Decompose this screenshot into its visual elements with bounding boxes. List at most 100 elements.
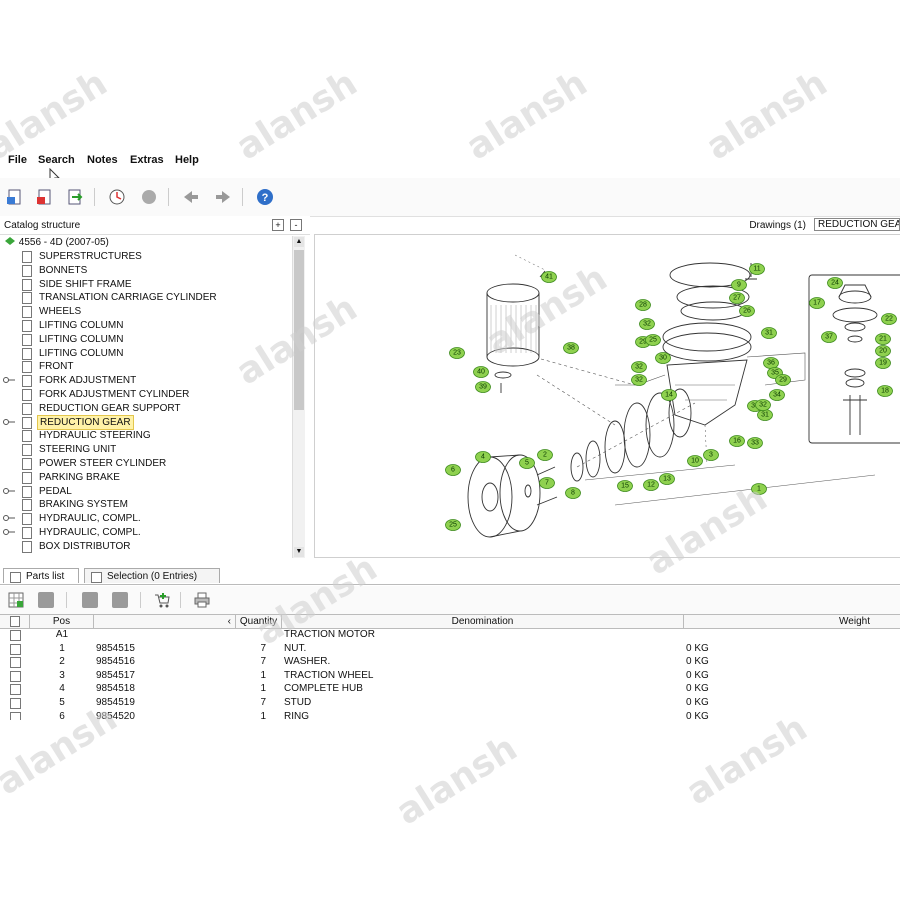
history-icon[interactable] — [108, 188, 126, 206]
menu-notes[interactable]: Notes — [87, 154, 118, 166]
table-row[interactable]: 4 9854518 1 COMPLETE HUB 0 KG — [0, 682, 900, 696]
callout-badge[interactable]: 41 — [541, 271, 557, 283]
scroll-down-arrow-icon[interactable]: ▼ — [294, 547, 304, 557]
callout-badge[interactable]: 7 — [539, 477, 555, 489]
refresh-icon[interactable] — [140, 188, 158, 206]
export-document-icon[interactable] — [66, 188, 84, 206]
forward-icon[interactable] — [214, 188, 232, 206]
back-icon[interactable] — [182, 188, 200, 206]
callout-badge[interactable]: 22 — [881, 313, 897, 325]
new-document-icon[interactable] — [36, 188, 54, 206]
drawing-viewer[interactable]: 41 11 24 9 27 28 26 17 22 31 32 29 25 37 21 20 19 38 23 40 3… — [314, 234, 900, 558]
tree-item[interactable]: STEERING UNIT — [0, 443, 290, 457]
row-checkbox[interactable] — [10, 643, 21, 655]
expand-node-icon[interactable] — [3, 418, 15, 426]
callout-badge[interactable]: 34 — [769, 389, 785, 401]
tree-item[interactable]: REDUCTION GEAR — [0, 414, 290, 430]
add-to-cart-icon[interactable] — [154, 592, 170, 608]
callout-badge[interactable]: 21 — [875, 333, 891, 345]
tree-item[interactable]: LIFTING COLUMN — [0, 333, 290, 346]
callout-badge[interactable]: 14 — [661, 389, 677, 401]
row-checkbox[interactable] — [10, 698, 21, 709]
callout-badge[interactable]: 13 — [659, 473, 675, 485]
callout-badge[interactable]: 36 — [763, 357, 779, 369]
tree-item[interactable]: HYDRAULIC, COMPL. — [0, 512, 290, 526]
callout-badge[interactable]: 24 — [827, 277, 843, 289]
callout-badge[interactable]: 20 — [875, 345, 891, 357]
callout-badge[interactable]: 16 — [729, 435, 745, 447]
menu-file[interactable]: File — [8, 154, 27, 166]
open-catalog-icon[interactable] — [6, 188, 24, 206]
tree-item[interactable]: LIFTING COLUMN — [0, 347, 290, 360]
tree-item[interactable]: TRANSLATION CARRIAGE CYLINDER — [0, 291, 290, 305]
drawing-tab-reduction-gear[interactable]: REDUCTION GEAR — [814, 218, 900, 231]
callout-badge[interactable]: 18 — [877, 385, 893, 397]
expand-node-icon[interactable] — [3, 514, 15, 522]
column-denomination[interactable]: Denomination — [282, 615, 684, 628]
callout-badge[interactable]: 37 — [821, 331, 837, 343]
tree-item[interactable]: HYDRAULIC STEERING — [0, 429, 290, 443]
menu-extras[interactable]: Extras — [130, 154, 164, 166]
callout-badge[interactable]: 32 — [631, 374, 647, 386]
row-checkbox[interactable] — [10, 630, 21, 641]
callout-badge[interactable]: 39 — [475, 381, 491, 393]
tree-item[interactable]: FORK ADJUSTMENT CYLINDER — [0, 388, 290, 401]
callout-badge[interactable]: 29 — [775, 374, 791, 386]
tree-item[interactable]: BRAKING SYSTEM — [0, 498, 290, 512]
callout-badge[interactable]: 26 — [739, 305, 755, 317]
callout-badge[interactable]: 32 — [631, 361, 647, 373]
tree-item[interactable]: PARKING BRAKE — [0, 471, 290, 484]
callout-badge[interactable]: 33 — [747, 437, 763, 449]
callout-badge[interactable]: 30 — [655, 352, 671, 364]
menu-search[interactable]: Search — [38, 154, 75, 166]
table-row[interactable]: 5 9854519 7 STUD 0 KG — [0, 696, 900, 710]
callout-badge[interactable]: 6 — [445, 464, 461, 476]
tree-item[interactable]: LIFTING COLUMN — [0, 319, 290, 332]
column-weight[interactable]: Weight — [684, 615, 900, 628]
tree-item[interactable]: FRONT — [0, 360, 290, 374]
callout-badge[interactable]: 5 — [519, 457, 535, 469]
help-icon[interactable]: ? — [256, 188, 274, 206]
table-row[interactable]: 6 9854520 1 RING 0 KG — [0, 710, 900, 720]
callout-badge[interactable]: 4 — [475, 451, 491, 463]
row-checkbox[interactable] — [10, 684, 21, 696]
collapse-all-button[interactable]: - — [290, 219, 302, 231]
expand-node-icon[interactable] — [3, 487, 15, 495]
callout-badge[interactable]: 28 — [635, 299, 651, 311]
tree-root[interactable]: 4556 - 4D (2007-05) — [4, 236, 109, 248]
menu-help[interactable]: Help — [175, 154, 199, 166]
callout-badge[interactable]: 15 — [617, 480, 633, 492]
callout-badge[interactable]: 27 — [729, 292, 745, 304]
expand-node-icon[interactable] — [3, 528, 15, 536]
tree-item[interactable]: BOX DISTRIBUTOR — [0, 540, 290, 553]
callout-badge[interactable]: 25 — [645, 334, 661, 346]
expand-all-button[interactable]: + — [272, 219, 284, 231]
tab-parts-list[interactable]: Parts list — [3, 568, 79, 583]
callout-badge[interactable]: 11 — [749, 263, 765, 275]
toolbar-gray-button[interactable] — [38, 592, 54, 608]
callout-badge[interactable]: 31 — [761, 327, 777, 339]
print-icon[interactable] — [194, 592, 210, 608]
callout-badge[interactable]: 32 — [755, 399, 771, 411]
tree-item[interactable]: FORK ADJUSTMENT — [0, 374, 290, 388]
tree-item[interactable]: SIDE SHIFT FRAME — [0, 278, 290, 291]
column-part-number[interactable]: ‹ — [94, 615, 236, 628]
callout-badge[interactable]: 25 — [445, 519, 461, 531]
tree-item[interactable]: BONNETS — [0, 264, 290, 277]
callout-badge[interactable]: 32 — [639, 318, 655, 330]
column-quantity[interactable]: Quantity — [236, 615, 282, 628]
tree-item[interactable]: WHEELS — [0, 305, 290, 319]
tree-item[interactable]: SUPERSTRUCTURES — [0, 250, 290, 263]
tree-item[interactable]: POWER STEER CYLINDER — [0, 457, 290, 470]
table-row[interactable]: 1 9854515 7 NUT. 0 KG — [0, 642, 900, 656]
row-checkbox[interactable] — [10, 711, 21, 720]
toolbar-gray-button[interactable] — [82, 592, 98, 608]
catalog-scrollbar[interactable]: ▲ ▼ — [292, 236, 305, 558]
callout-badge[interactable]: 8 — [565, 487, 581, 499]
callout-badge[interactable]: 12 — [643, 479, 659, 491]
grid-select-icon[interactable] — [8, 592, 24, 608]
scroll-thumb[interactable] — [294, 250, 304, 410]
toolbar-gray-button[interactable] — [112, 592, 128, 608]
callout-badge[interactable]: 17 — [809, 297, 825, 309]
table-row[interactable]: 3 9854517 1 TRACTION WHEEL 0 KG — [0, 669, 900, 683]
